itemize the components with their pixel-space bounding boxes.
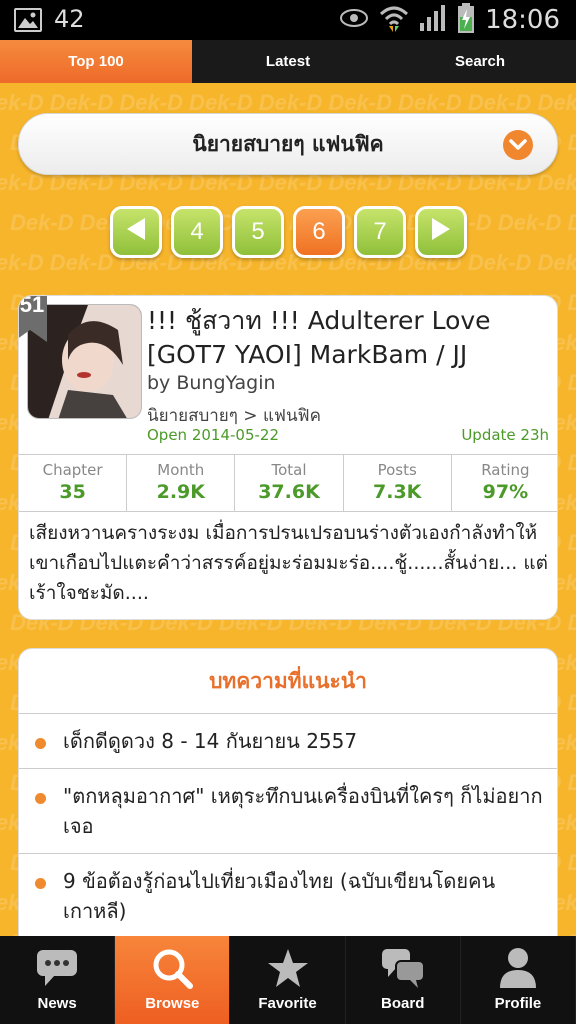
category-dropdown[interactable]: นิยายสบายๆ แฟนฟิค	[18, 113, 558, 175]
top-tabs: Top 100 Latest Search	[0, 40, 576, 83]
notification-count: 42	[54, 5, 85, 33]
stat-total: Total 37.6K	[235, 455, 344, 511]
nav-news[interactable]: News	[0, 936, 116, 1024]
nav-label: Favorite	[258, 995, 317, 1012]
star-icon	[266, 945, 310, 991]
arrow-right-icon	[430, 216, 452, 249]
tab-top-100[interactable]: Top 100	[0, 40, 192, 83]
story-update: Update 23h	[461, 426, 549, 444]
story-author: by BungYagin	[147, 372, 276, 394]
next-page-button[interactable]	[415, 206, 467, 258]
stat-value: 7.3K	[373, 481, 422, 503]
stat-label: Total	[271, 461, 307, 479]
tab-search[interactable]: Search	[384, 40, 576, 83]
nav-label: Browse	[145, 995, 200, 1012]
wifi-icon	[379, 4, 409, 36]
rank-number: 51	[19, 295, 45, 317]
stat-rating: Rating 97%	[452, 455, 557, 511]
stat-value: 2.9K	[156, 481, 205, 503]
story-title[interactable]: !!! ชู้สวาท !!! Adulterer Love [GOT7 YAO…	[147, 304, 551, 372]
category-dropdown-label: นิยายสบายๆ แฟนฟิค	[192, 131, 384, 156]
stat-value: 37.6K	[258, 481, 320, 503]
story-card[interactable]: 51 !!! ชู้สวาท !!! Adulterer Love [GOT7 …	[18, 295, 558, 620]
stat-value: 97%	[482, 481, 529, 503]
stat-posts: Posts 7.3K	[344, 455, 452, 511]
page-button[interactable]: 7	[354, 206, 406, 258]
story-stats: Chapter 35 Month 2.9K Total 37.6K Posts …	[19, 454, 557, 512]
story-description: เสียงหวานครางระงม เมื่อการปรนเปรอบนร่างต…	[29, 522, 548, 604]
list-item[interactable]: 9 ข้อต้องรู้ก่อนไปเที่ยวเมืองไทย (ฉบับเข…	[19, 854, 557, 939]
pager: 4 5 6 7	[110, 206, 467, 260]
stat-chapter: Chapter 35	[19, 455, 128, 511]
chat-bubbles-icon	[380, 945, 426, 991]
prev-page-button[interactable]	[110, 206, 162, 258]
image-icon	[14, 8, 42, 32]
nav-label: News	[37, 995, 77, 1012]
article-link[interactable]: "ตกหลุมอากาศ" เหตุระทึกบนเครื่องบินที่ใค…	[63, 784, 543, 838]
recommended-title: บทความที่แนะนำ	[19, 649, 557, 714]
arrow-left-icon	[125, 216, 147, 249]
story-category: นิยายสบายๆ > แฟนฟิค	[147, 406, 321, 426]
bottom-nav: News Browse Favorite Board Profile	[0, 936, 576, 1024]
bullet-icon	[35, 793, 46, 804]
list-item[interactable]: เด็กดีดูดวง 8 - 14 กันยายน 2557	[19, 714, 557, 769]
eye-icon	[339, 8, 369, 32]
battery-charging-icon	[457, 3, 475, 37]
chevron-down-icon	[503, 130, 533, 160]
page-button-current[interactable]: 6	[293, 206, 345, 258]
signal-icon	[419, 5, 447, 35]
nav-favorite[interactable]: Favorite	[230, 936, 346, 1024]
status-bar: 42 18:06	[0, 0, 576, 40]
nav-label: Profile	[494, 995, 542, 1012]
page-button[interactable]: 5	[232, 206, 284, 258]
nav-profile[interactable]: Profile	[461, 936, 576, 1024]
search-icon	[150, 945, 194, 991]
stat-month: Month 2.9K	[127, 455, 236, 511]
bullet-icon	[35, 878, 46, 889]
nav-board[interactable]: Board	[346, 936, 461, 1024]
status-time: 18:06	[485, 5, 560, 35]
tab-latest[interactable]: Latest	[192, 40, 384, 83]
stat-value: 35	[59, 481, 86, 503]
stat-label: Rating	[481, 461, 530, 479]
nav-browse[interactable]: Browse	[115, 936, 231, 1024]
person-icon	[496, 945, 540, 991]
stat-label: Month	[157, 461, 205, 479]
chat-bubble-icon	[35, 945, 79, 991]
stat-label: Posts	[377, 461, 417, 479]
article-link[interactable]: 9 ข้อต้องรู้ก่อนไปเที่ยวเมืองไทย (ฉบับเข…	[63, 869, 495, 923]
article-link[interactable]: เด็กดีดูดวง 8 - 14 กันยายน 2557	[63, 729, 357, 753]
list-item[interactable]: "ตกหลุมอากาศ" เหตุระทึกบนเครื่องบินที่ใค…	[19, 769, 557, 854]
story-open-date: Open 2014-05-22	[147, 426, 280, 444]
nav-label: Board	[381, 995, 425, 1012]
recommended-articles: บทความที่แนะนำ เด็กดีดูดวง 8 - 14 กันยาย…	[18, 648, 558, 948]
stat-label: Chapter	[42, 461, 103, 479]
bullet-icon	[35, 738, 46, 749]
page-button[interactable]: 4	[171, 206, 223, 258]
